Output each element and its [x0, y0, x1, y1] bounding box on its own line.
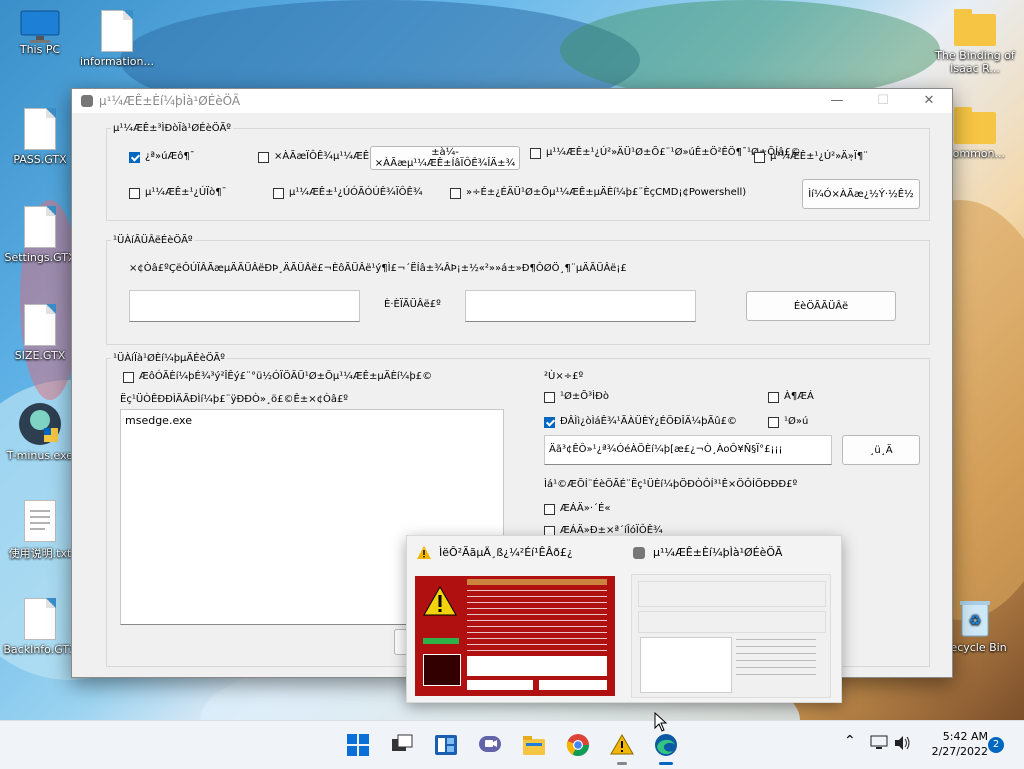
folder-icon	[954, 107, 996, 144]
window-title: µ¹¼ÆÊ±Èí¼þÌà¹ØÉèÖÃ	[99, 94, 241, 108]
option-window-not-topmost[interactable]: µ¹¼ÆÊ±¹¿Ú²»Äܱ»Ï¶¨	[754, 151, 868, 163]
popup-message-field[interactable]: Äã³¢ÊÔ»¹¿ª¾ÓéÀÖÈí¼þ[æ£¿¬Ò¸ÀoÔ¥Ñ§Ï°£¡¡¡	[544, 435, 832, 465]
set-password-button[interactable]: ÉèÖÃÃÜÂë	[746, 291, 896, 321]
warning-app-icon[interactable]	[610, 733, 634, 757]
extra-actions-title: Ìá¹©ÆÕÍ¨ÉèÖÃÉ¨Ëç¹ÜÈí¼þÖÐÒÔÍ³¹Ê×ÖÔÍÖÐÐÐ£º	[544, 479, 798, 490]
checkbox[interactable]	[129, 188, 140, 199]
file-icon	[24, 304, 56, 346]
action-close-program[interactable]: ¹Ø±Õ³ÌÐò	[544, 391, 609, 403]
desktop-icon-this-pc[interactable]: This PC	[0, 10, 80, 56]
action-shutdown[interactable]: ¹Ø»ú	[768, 416, 808, 428]
desktop-icon-t-minus[interactable]: T-minus.exe	[0, 402, 80, 462]
checkbox[interactable]	[768, 392, 779, 403]
thumb-2-preview[interactable]	[631, 574, 831, 698]
clock-date: 2/27/2022	[931, 745, 988, 758]
clock[interactable]: 5:42 AM 2/27/2022	[930, 729, 988, 759]
checkbox[interactable]	[450, 188, 461, 199]
svg-text:♻: ♻	[969, 613, 982, 629]
software-list-label: Ëç¹ÜÒÊÐÐÌÄÃÐÌí¼þ£¨ÿÐÐÒ»¸ö£©Ê±×¢Òâ£º	[120, 394, 349, 405]
action-popup-message[interactable]: ÐÂÌì¿òÌáÊ¾¹ÃÀÜÈÝ¿ÉÖÐÎÄ¼þÃû£©	[544, 416, 737, 428]
desktop-icon-information[interactable]: information...	[77, 10, 157, 68]
change-message-button[interactable]: ¸ü¸Ä	[842, 435, 920, 465]
running-indicator	[617, 762, 627, 765]
file-icon	[101, 10, 133, 52]
thumb-1-preview[interactable]	[415, 576, 615, 696]
start-icon[interactable]	[346, 733, 370, 757]
checkbox[interactable]	[123, 372, 134, 383]
chevron-up-icon[interactable]: ⌃	[844, 733, 856, 749]
action-bluescreen[interactable]: À¶ÆÁ	[768, 391, 814, 403]
checkbox[interactable]	[544, 417, 555, 428]
desktop-icon-binding-of-isaac[interactable]: The Binding of Isaac R...	[935, 9, 1015, 75]
checkbox[interactable]	[544, 504, 555, 515]
checkbox[interactable]	[530, 148, 541, 159]
file-icon	[24, 206, 56, 248]
desktop-icon-pass[interactable]: PASS.GTX	[0, 108, 80, 166]
volume-icon[interactable]	[894, 735, 912, 751]
recycle-bin-icon: ♻	[958, 598, 992, 638]
task-view-icon[interactable]	[390, 733, 414, 757]
action-title: ²Ù×÷£º	[544, 371, 584, 382]
password-field[interactable]	[129, 290, 360, 322]
password-description: ×¢Òâ£ºÇëÔÚÏÂÃæµÄÃÜÂëÐÞ¸ÄÃÜÂë£¬ÈôÃÜÂë¹ý¶Ì…	[129, 263, 627, 274]
checkbox[interactable]	[768, 417, 779, 428]
desktop-icon-readme[interactable]: 使用说明.txt	[0, 500, 80, 561]
option-window-show[interactable]: µ¹¼ÆÊ±¹¿ÚÓÃÓÚÊ¾ÏÔÊ¾	[273, 187, 423, 199]
active-indicator	[659, 762, 673, 765]
group-title: µ¹¼ÆÊ±³ÌÐòÏà¹ØÉèÖÃº	[113, 123, 232, 134]
checkbox[interactable]	[258, 152, 269, 163]
maximize-button[interactable]: ☐	[860, 89, 906, 113]
option-desktop-display[interactable]: ×ÀÃæÏÔÊ¾µ¹¼ÆÊ±	[258, 151, 378, 163]
widgets-icon[interactable]	[434, 733, 458, 757]
option-startup[interactable]: ¿ª»úÆô¶¯	[129, 151, 195, 163]
file-explorer-icon[interactable]	[522, 733, 546, 757]
add-desktop-shortcut-button[interactable]: Ìí¼Ó×ÀÃæ¿½Ý·½Ê½	[802, 179, 920, 209]
desktop-icon-settings[interactable]: Settings.GTX	[0, 206, 80, 264]
chrome-icon[interactable]	[566, 733, 590, 757]
app-title-icon	[81, 95, 93, 107]
taskbar-thumbnail-preview: ÌëÔ²ÃãµÄ¸ß¿¼²Éí¹ÊÂð£¿ µ¹¼ÆÊ±Èí¼þÌà¹ØÉèÖÃ	[406, 535, 842, 703]
thumb-1-header[interactable]: ÌëÔ²ÃãµÄ¸ß¿¼²Éí¹ÊÂð£¿	[417, 546, 573, 559]
action-invert-screen[interactable]: ÆÁÄ»·´É«	[544, 503, 610, 515]
checkbox[interactable]	[129, 152, 140, 163]
notification-badge[interactable]: 2	[988, 737, 1004, 753]
file-icon	[24, 108, 56, 150]
group-title: ¹ÜÀíÏà¹ØÈí¼þµÄÉèÖÃº	[113, 353, 225, 364]
warning-icon	[423, 586, 457, 616]
option-window-no-close[interactable]: µ¹¼ÆÊ±¹¿Ú²»ÄÜ¹Ø±Õ£¨¹Ø»úÊ±Ö²ÊÖ¶¯¹Ø±ÕÍâ£©	[530, 147, 801, 159]
checkbox[interactable]	[754, 152, 765, 163]
minimize-button[interactable]: —	[814, 89, 860, 113]
clock-time: 5:42 AM	[942, 730, 988, 743]
monitor-icon	[20, 10, 60, 43]
text-file-icon	[24, 500, 56, 542]
desktop-icon-size[interactable]: SIZE.GTX	[0, 304, 80, 362]
option-kill-cmd[interactable]: »÷É±¿ÉÄÜ¹Ø±Õµ¹¼ÆÊ±µÄÈí¼þ£¨ÈçCMD¡¢Powersh…	[450, 187, 746, 199]
app-icon	[18, 402, 62, 446]
folder-icon	[954, 9, 996, 46]
warning-icon	[417, 546, 431, 559]
confirm-password-field[interactable]	[465, 290, 696, 322]
mouse-cursor-icon	[654, 712, 668, 732]
file-icon	[24, 598, 56, 640]
close-button[interactable]: ✕	[906, 89, 952, 113]
group-title: ¹ÜÀíÃÜÂëÉèÖÃº	[113, 235, 193, 246]
checkbox[interactable]	[544, 392, 555, 403]
edge-icon[interactable]	[654, 733, 678, 757]
desktop-icon-backinfo[interactable]: BackInfo.GTX	[0, 598, 80, 656]
option-window-move[interactable]: µ¹¼ÆÊ±¹¿ÚÏò¶¯	[129, 187, 227, 199]
checkbox[interactable]	[273, 188, 284, 199]
option-enable-delete[interactable]: ÆôÓÃÈí¼þÉ¾³ý²ÎÊý£¨°ü½ÓÏÖÄÜ¹Ø±Õµ¹¼ÆÊ±µÄÈí…	[123, 371, 432, 383]
window-titlebar[interactable]: µ¹¼ÆÊ±Èí¼þÌà¹ØÉèÖÃ — ☐ ✕	[72, 89, 952, 113]
chat-icon[interactable]	[478, 733, 502, 757]
edit-display-text-button[interactable]: ±à¼­×ÀÃæµ¹¼ÆÊ±ÍâÏÔÊ¾ÎÄ±¾	[370, 146, 520, 170]
confirm-password-label: È·ÈÏÃÜÂë£º	[384, 299, 441, 310]
taskbar: ⌃ 5:42 AM 2/27/2022 2	[0, 720, 1024, 769]
settings-app-icon	[633, 546, 645, 559]
thumb-2-header[interactable]: µ¹¼ÆÊ±Èí¼þÌà¹ØÉèÖÃ	[633, 546, 782, 559]
network-icon[interactable]	[870, 735, 888, 751]
